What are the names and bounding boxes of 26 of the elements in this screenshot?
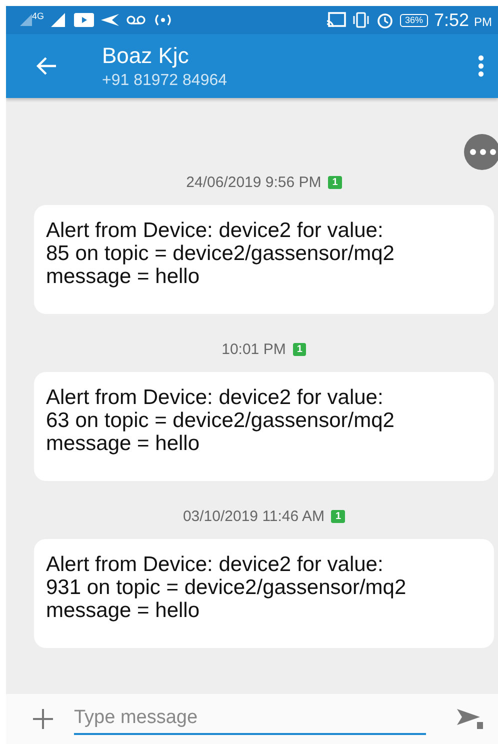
menu-icon[interactable]: [478, 55, 484, 77]
voicemail-icon: [126, 15, 146, 25]
alarm-icon: [376, 11, 394, 29]
more-options-icon[interactable]: [464, 134, 498, 170]
sim-badge: 1: [292, 342, 306, 356]
signal-icon: [20, 14, 32, 26]
clock: 7:52 PM: [434, 10, 492, 30]
message-bubble: Alert from Device: device2 for value: 931 on topic = device2/gassensor/mq2 message = hello: [34, 539, 494, 648]
sim-badge: 1: [331, 510, 346, 522]
vibrate-icon: [352, 12, 370, 28]
send-icon[interactable]: [456, 707, 484, 731]
message-bubble: Alert from Device: device2 for value: 63 on topic = device2/gassensor/mq2 message = hello: [34, 372, 494, 481]
send-icon: [100, 13, 120, 27]
cast-icon: [326, 12, 346, 28]
timestamp: 10:01 PM: [222, 340, 286, 358]
add-icon[interactable]: [32, 708, 54, 730]
video-icon: [74, 13, 94, 27]
contact-name: Boaz Kjc: [102, 42, 190, 68]
timestamp: 24/06/2019 9:56 PM: [186, 174, 322, 190]
sim-badge: 1: [328, 176, 342, 188]
back-icon[interactable]: [36, 56, 58, 76]
battery-indicator: 36%: [400, 14, 428, 26]
message-bubble: Alert from Device: device2 for value: 85 on topic = device2/gassensor/mq2 message = hello: [34, 205, 494, 314]
network-label: 4G: [32, 11, 44, 21]
timestamp: 03/10/2019 11:46 AM: [182, 508, 324, 524]
phone-number: +91 81972 84964: [102, 72, 228, 90]
